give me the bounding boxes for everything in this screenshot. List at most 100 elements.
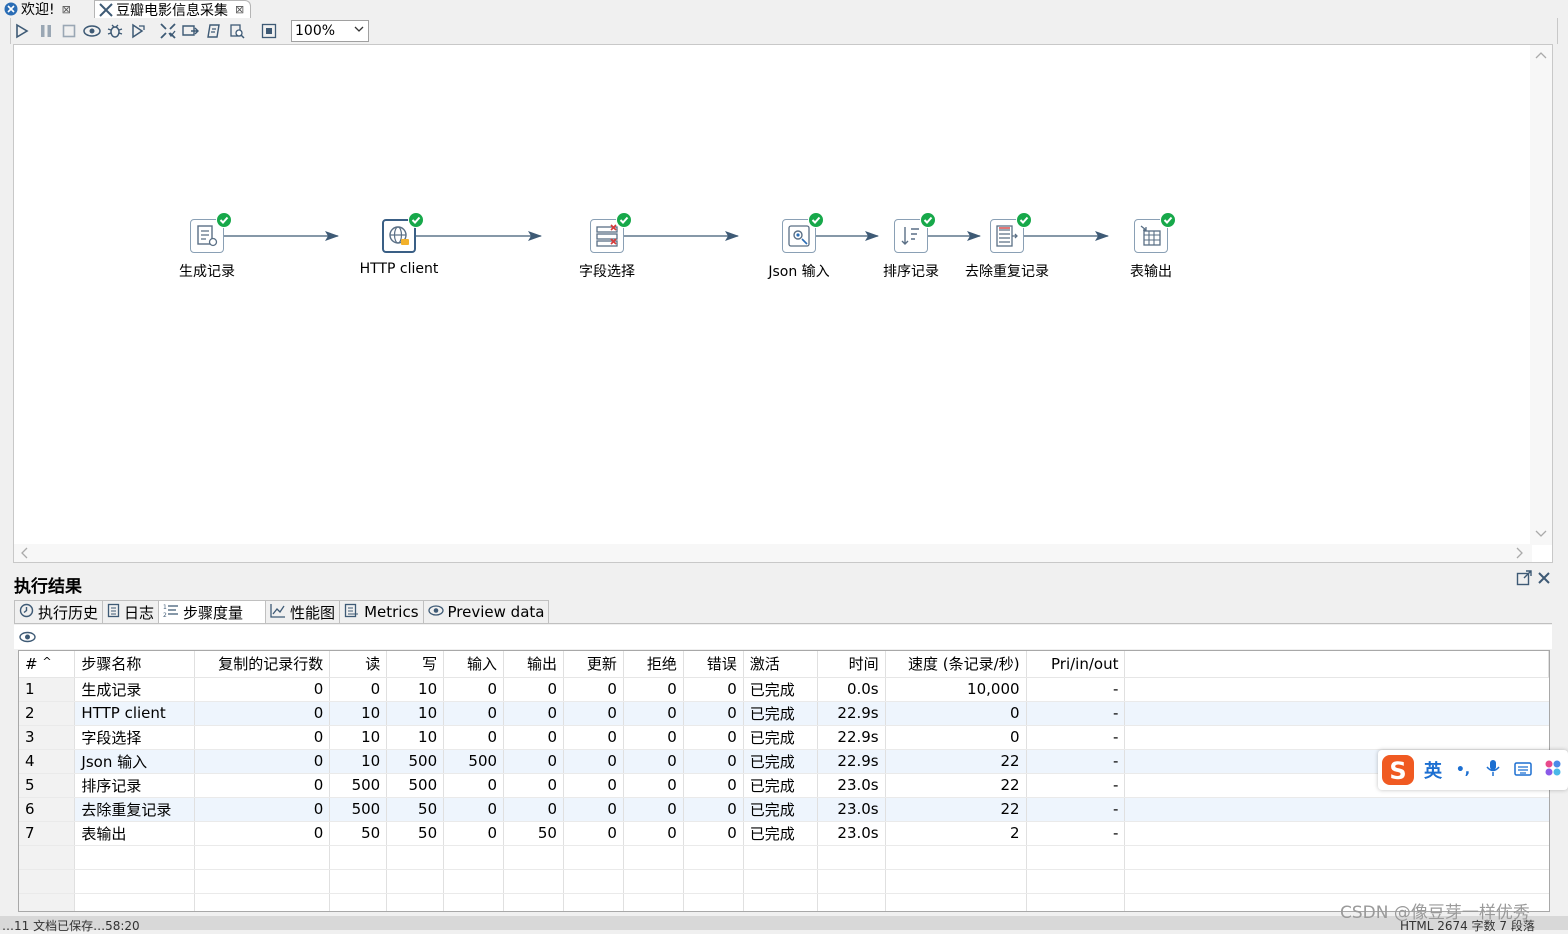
debug-icon[interactable]	[106, 22, 124, 40]
scroll-down-icon[interactable]	[1535, 527, 1547, 541]
column-header[interactable]: 写	[386, 651, 445, 678]
column-header[interactable]: 更新	[563, 651, 624, 678]
table-row[interactable]: 3 字段选择 0 10 10 0 0 0 0 0 已完成 22.9s 0-	[19, 725, 1549, 750]
sogou-logo-icon[interactable]: S	[1378, 752, 1418, 788]
success-check-icon	[216, 212, 232, 228]
tab-step-metrics[interactable]: 12 步骤度量	[158, 600, 266, 624]
table-row[interactable]: 7 表输出 0 50 50 0 50 0 0 0 已完成 23.0s 2-	[19, 821, 1549, 846]
tab-step-metrics-label: 步骤度量	[183, 603, 244, 622]
sql-icon[interactable]	[205, 22, 223, 40]
table-cell: 500	[443, 749, 505, 774]
replay-icon[interactable]	[129, 22, 147, 40]
performance-graph-icon	[270, 603, 286, 622]
keyboard-icon[interactable]	[1508, 760, 1538, 781]
stop-icon[interactable]	[60, 22, 78, 40]
transformation-canvas[interactable]: 生成记录 HTTP client 字段选择 Json 输入 排序记录 去除重复记…	[13, 44, 1553, 563]
table-cell: 10,000	[885, 677, 1027, 702]
column-header[interactable]: 输入	[443, 651, 505, 678]
table-cell: 5	[19, 773, 76, 798]
step-unique-rows[interactable]	[990, 212, 1032, 253]
column-header[interactable]: 拒绝	[623, 651, 684, 678]
tab-metrics[interactable]: Metrics	[339, 600, 423, 624]
scroll-up-icon[interactable]	[1535, 48, 1547, 62]
run-icon[interactable]	[13, 22, 31, 40]
table-cell: 0	[683, 725, 744, 750]
table-cell: 0	[563, 677, 624, 702]
scroll-left-icon[interactable]	[20, 547, 28, 562]
tab-preview-data[interactable]: Preview data	[422, 600, 550, 624]
empty-cell	[443, 845, 505, 870]
empty-row[interactable]	[19, 869, 1549, 894]
table-row[interactable]: 5 排序记录 0 500 500 0 0 0 0 0 已完成 23.0s 22-	[19, 773, 1549, 798]
column-header[interactable]: # ^	[19, 651, 76, 678]
empty-cell	[329, 893, 388, 911]
explore-db-icon[interactable]	[228, 22, 246, 40]
canvas-vertical-scrollbar[interactable]	[1530, 45, 1552, 545]
column-header[interactable]: 复制的记录行数	[194, 651, 331, 678]
tab-log[interactable]: 日志	[102, 600, 159, 624]
step-label: 生成记录	[179, 264, 235, 280]
impact-icon[interactable]	[182, 22, 200, 40]
step-generate-rows[interactable]	[190, 212, 232, 253]
empty-cell	[683, 845, 744, 870]
table-cell: 0	[563, 725, 624, 750]
column-header[interactable]: Pri/in/out	[1026, 651, 1126, 678]
close-icon[interactable]: ⊠	[62, 3, 71, 16]
column-header[interactable]: 输出	[503, 651, 564, 678]
table-row[interactable]: 1 生成记录 0 0 10 0 0 0 0 0 已完成 0.0s 10,000-	[19, 677, 1549, 702]
table-cell: 0	[443, 725, 505, 750]
step-select-values[interactable]	[590, 212, 632, 253]
apps-icon[interactable]	[1538, 759, 1568, 782]
step-json-input[interactable]	[782, 212, 824, 253]
step-metrics-table[interactable]: # ^ 步骤名称 复制的记录行数 读 写 输入 输出 更新 拒绝 错误 激活 时…	[18, 650, 1550, 912]
column-header[interactable]: 激活	[743, 651, 818, 678]
step-label: Json 输入	[768, 264, 830, 280]
step-table-output[interactable]	[1134, 212, 1176, 253]
column-header[interactable]: 错误	[683, 651, 744, 678]
table-row[interactable]: 4 Json 输入 0 10 500 500 0 0 0 0 已完成 22.9s 22-	[19, 749, 1549, 774]
step-http-client[interactable]	[382, 212, 424, 253]
column-header[interactable]: 时间	[817, 651, 886, 678]
empty-cell	[386, 869, 445, 894]
metrics-icon	[344, 603, 360, 622]
table-cell: 0	[503, 773, 564, 798]
close-icon[interactable]: ⊠	[235, 3, 244, 16]
ime-punctuation[interactable]: •,	[1448, 762, 1478, 778]
zoom-select[interactable]: 100%	[291, 20, 369, 42]
detach-icon[interactable]	[1515, 569, 1533, 587]
table-row[interactable]: 6 去除重复记录 0 500 50 0 0 0 0 0 已完成 23.0s 22-	[19, 797, 1549, 822]
column-filler	[1124, 651, 1549, 678]
scroll-right-icon[interactable]	[1516, 547, 1524, 562]
tab-performance-graph[interactable]: 性能图	[265, 600, 340, 624]
tab-history[interactable]: 执行历史	[14, 600, 103, 624]
preview-icon[interactable]	[83, 22, 101, 40]
tab-welcome[interactable]: 欢迎! ⊠	[0, 0, 77, 18]
empty-row[interactable]	[19, 845, 1549, 870]
table-cell: 0	[194, 773, 331, 798]
table-cell: 0	[329, 677, 388, 702]
ime-toolbar[interactable]: S 英 •,	[1378, 750, 1568, 790]
mic-icon[interactable]	[1478, 759, 1508, 782]
results-toggle-icon[interactable]	[260, 22, 278, 40]
ime-language-mode[interactable]: 英	[1418, 757, 1448, 783]
table-row[interactable]: 2 HTTP client 0 10 10 0 0 0 0 0 已完成 22.9s 0-	[19, 701, 1549, 726]
empty-row[interactable]	[19, 893, 1549, 911]
verify-icon[interactable]	[159, 22, 177, 40]
tab-metrics-label: Metrics	[364, 603, 419, 621]
table-cell: 50	[503, 821, 564, 846]
tab-preview-data-label: Preview data	[447, 603, 545, 621]
tab-transformation[interactable]: 豆瓣电影信息采集 ⊠	[94, 0, 252, 19]
pause-icon[interactable]	[37, 22, 55, 40]
column-header[interactable]: 速度 (条记录/秒)	[885, 651, 1027, 678]
column-header[interactable]: 读	[329, 651, 388, 678]
column-header[interactable]: 步骤名称	[74, 651, 196, 678]
table-cell: 已完成	[743, 749, 818, 774]
log-icon	[107, 603, 120, 622]
canvas-horizontal-scrollbar[interactable]	[14, 544, 1532, 562]
show-hide-eye-icon[interactable]	[19, 630, 36, 648]
close-icon[interactable]	[1535, 569, 1553, 587]
history-icon	[19, 603, 34, 622]
transformation-icon	[99, 2, 113, 17]
step-sort-rows[interactable]	[894, 212, 936, 253]
table-cell: 0	[194, 677, 331, 702]
